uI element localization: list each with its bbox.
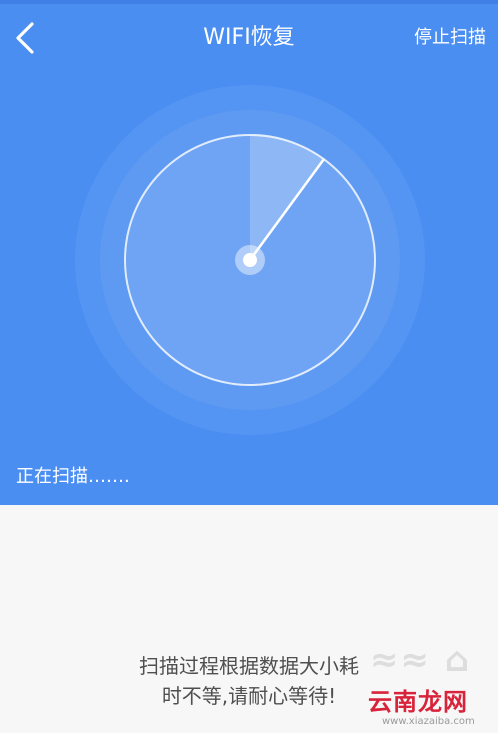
- back-button[interactable]: [10, 20, 40, 56]
- watermark-faded-logo: ≈≈ ⌂: [370, 640, 472, 680]
- watermark-logo-text: 云南龙网: [368, 688, 468, 716]
- watermark-logo: 云南龙网 www.xiazaiba.com: [356, 683, 496, 729]
- scan-status-text: 正在扫描…….: [16, 466, 130, 487]
- radar-scan-icon: [75, 85, 425, 435]
- scan-header-area: WIFI恢复 停止扫描 正在扫描…….: [0, 0, 498, 505]
- watermark-url: www.xiazaiba.com: [382, 716, 475, 727]
- status-bar-strip: [0, 0, 498, 4]
- stop-scan-button[interactable]: 停止扫描: [414, 24, 486, 52]
- chevron-left-icon: [16, 22, 34, 54]
